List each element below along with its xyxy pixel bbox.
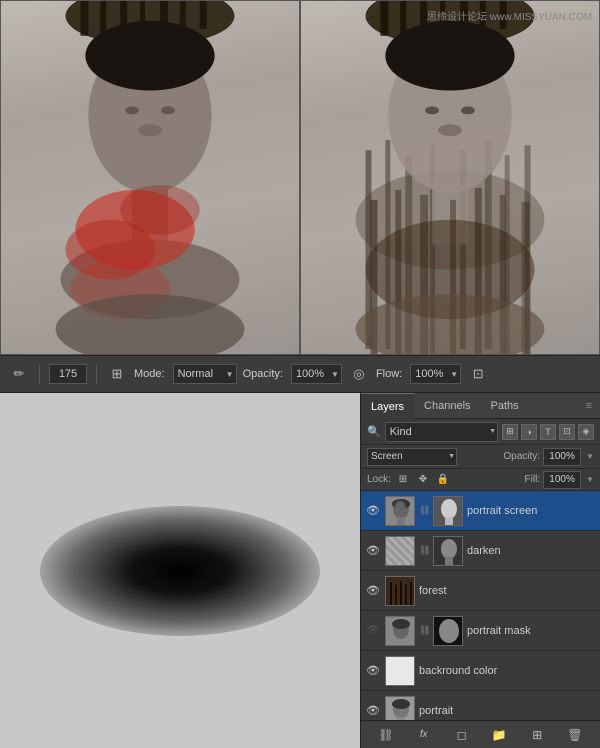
opacity-dropdown[interactable]: 100% 75% 50% bbox=[291, 364, 342, 384]
left-photo-canvas bbox=[1, 1, 299, 354]
brush-tool-icon[interactable]: ✏ bbox=[8, 363, 30, 385]
right-photo-canvas bbox=[301, 1, 599, 354]
layer-name-darken: darken bbox=[467, 545, 596, 557]
filter-type-icon[interactable]: T bbox=[540, 424, 556, 440]
bottom-area: Layers Channels Paths ≡ 🔍 Kind Name Effe… bbox=[0, 393, 600, 748]
blend-row: Screen Normal Multiply Overlay ▼ Opacity… bbox=[361, 445, 600, 469]
layer-row-portrait-screen[interactable]: 👁 ⛓ portrait bbox=[361, 491, 600, 531]
fill-section: Fill: 100% ▼ bbox=[525, 471, 594, 489]
opacity-value-display[interactable]: 100% bbox=[543, 448, 581, 466]
fill-arrow: ▼ bbox=[586, 475, 594, 484]
add-mask-icon[interactable]: ◻ bbox=[452, 725, 472, 745]
filter-dropdown[interactable]: Kind Name Effect bbox=[385, 422, 498, 442]
layer-mask-portrait-mask bbox=[433, 616, 463, 646]
layers-tabs: Layers Channels Paths ≡ bbox=[361, 393, 600, 419]
portrait-svg-left bbox=[16, 1, 284, 354]
flow-label: Flow: bbox=[376, 368, 402, 380]
layer-row-portrait-mask[interactable]: 👁 ⛓ portrait mask bbox=[361, 611, 600, 651]
layers-panel: Layers Channels Paths ≡ 🔍 Kind Name Effe… bbox=[360, 393, 600, 748]
layer-row-forest[interactable]: 👁 forest bbox=[361, 571, 600, 611]
layer-thumb-portrait-mask bbox=[385, 616, 415, 646]
filter-smart-icon[interactable]: ◈ bbox=[578, 424, 594, 440]
fill-value-display[interactable]: 100% bbox=[543, 471, 581, 489]
opacity-section: Opacity: 100% ▼ bbox=[503, 448, 594, 466]
opacity-label: Opacity: bbox=[243, 368, 283, 380]
filter-shape-icon[interactable]: ⊡ bbox=[559, 424, 575, 440]
tab-paths[interactable]: Paths bbox=[481, 393, 529, 419]
layer-row-darken[interactable]: 👁 ⛓ darken bbox=[361, 531, 600, 571]
right-photo-panel bbox=[300, 0, 600, 355]
tab-channels[interactable]: Channels bbox=[414, 393, 480, 419]
layer-visibility-darken[interactable]: 👁 bbox=[365, 543, 381, 559]
brush-preview-panel bbox=[0, 393, 360, 748]
filter-dropdown-wrapper[interactable]: Kind Name Effect ▼ bbox=[385, 422, 498, 442]
layer-visibility-background[interactable]: 👁 bbox=[365, 663, 381, 679]
brush-settings-icon[interactable]: ⊞ bbox=[106, 363, 128, 385]
lock-pixels-icon[interactable]: ⊞ bbox=[395, 472, 411, 488]
toolbar-sep-1 bbox=[39, 364, 40, 384]
fill-label: Fill: bbox=[525, 474, 541, 485]
layers-bottom-toolbar: ⛓ fx ◻ 📁 ⊞ 🗑 bbox=[361, 720, 600, 748]
blend-mode-wrapper[interactable]: Screen Normal Multiply Overlay ▼ bbox=[367, 448, 457, 466]
layer-row-background-color[interactable]: 👁 backround color bbox=[361, 651, 600, 691]
layer-name-forest: forest bbox=[419, 585, 596, 597]
layer-thumb-portrait bbox=[385, 696, 415, 721]
fx-icon[interactable]: fx bbox=[414, 725, 434, 745]
layer-row-portrait[interactable]: 👁 portrait bbox=[361, 691, 600, 720]
lock-row: Lock: ⊞ ✥ 🔒 Fill: 100% ▼ bbox=[361, 469, 600, 491]
filter-adjustment-icon[interactable]: ◑ bbox=[521, 424, 537, 440]
filter-pixel-icon[interactable]: ⊞ bbox=[502, 424, 518, 440]
layer-thumb-portrait-screen bbox=[385, 496, 415, 526]
create-group-icon[interactable]: 📁 bbox=[489, 725, 509, 745]
layer-name-background: backround color bbox=[419, 665, 596, 677]
layer-thumb-background bbox=[385, 656, 415, 686]
brush-blob bbox=[40, 506, 320, 636]
lock-all-icon[interactable]: 🔒 bbox=[435, 472, 451, 488]
toolbar: ✏ 175 ⊞ Mode: Normal Dissolve Multiply S… bbox=[0, 355, 600, 393]
layer-name-portrait-screen: portrait screen bbox=[467, 505, 596, 517]
link-layers-icon[interactable]: ⛓ bbox=[376, 725, 396, 745]
flow-dropdown[interactable]: 100% 75% 50% bbox=[410, 364, 461, 384]
layer-thumb-forest bbox=[385, 576, 415, 606]
search-icon: 🔍 bbox=[367, 425, 381, 438]
tab-layers[interactable]: Layers bbox=[361, 393, 414, 419]
layer-mask-portrait-screen bbox=[433, 496, 463, 526]
layer-visibility-portrait-mask[interactable]: 👁 bbox=[365, 623, 381, 639]
mode-dropdown-wrapper[interactable]: Normal Dissolve Multiply Screen ▼ bbox=[173, 364, 237, 384]
layer-visibility-portrait[interactable]: 👁 bbox=[365, 703, 381, 719]
layer-chain-3: ⛓ bbox=[419, 625, 429, 636]
brush-size-display: 175 bbox=[49, 364, 87, 384]
graph-icon[interactable]: ⊡ bbox=[467, 363, 489, 385]
delete-layer-icon[interactable]: 🗑 bbox=[565, 725, 585, 745]
top-image-area: 思缘设计论坛 www.MISSYUAN.COM bbox=[0, 0, 600, 355]
layers-menu-icon[interactable]: ≡ bbox=[578, 393, 600, 419]
portrait-svg-right bbox=[316, 1, 584, 354]
layer-mask-darken bbox=[433, 536, 463, 566]
filter-type-icons: ⊞ ◑ T ⊡ ◈ bbox=[502, 424, 594, 440]
new-layer-icon[interactable]: ⊞ bbox=[527, 725, 547, 745]
opacity-label-layers: Opacity: bbox=[503, 451, 540, 462]
layer-chain-1: ⛓ bbox=[419, 505, 429, 516]
left-photo-panel bbox=[0, 0, 300, 355]
flow-dropdown-wrapper[interactable]: 100% 75% 50% ▼ bbox=[410, 364, 461, 384]
blend-mode-dropdown[interactable]: Screen Normal Multiply Overlay bbox=[367, 448, 457, 466]
toolbar-sep-2 bbox=[96, 364, 97, 384]
opacity-arrow: ▼ bbox=[586, 452, 594, 461]
watermark: 思缘设计论坛 www.MISSYUAN.COM bbox=[427, 8, 592, 23]
layers-list: 👁 ⛓ portrait bbox=[361, 491, 600, 720]
opacity-dropdown-wrapper[interactable]: 100% 75% 50% ▼ bbox=[291, 364, 342, 384]
layer-thumb-darken bbox=[385, 536, 415, 566]
mode-label: Mode: bbox=[134, 368, 165, 380]
mode-dropdown[interactable]: Normal Dissolve Multiply Screen bbox=[173, 364, 237, 384]
layer-visibility-portrait-screen[interactable]: 👁 bbox=[365, 503, 381, 519]
lock-label: Lock: bbox=[367, 474, 391, 485]
layer-name-portrait-mask: portrait mask bbox=[467, 625, 596, 637]
layer-name-portrait: portrait bbox=[419, 705, 596, 717]
lock-position-icon[interactable]: ✥ bbox=[415, 472, 431, 488]
layer-chain-2: ⛓ bbox=[419, 545, 429, 556]
airbrush-icon[interactable]: ◎ bbox=[348, 363, 370, 385]
layer-visibility-forest[interactable]: 👁 bbox=[365, 583, 381, 599]
layers-filter-row: 🔍 Kind Name Effect ▼ ⊞ ◑ T ⊡ ◈ bbox=[361, 419, 600, 445]
